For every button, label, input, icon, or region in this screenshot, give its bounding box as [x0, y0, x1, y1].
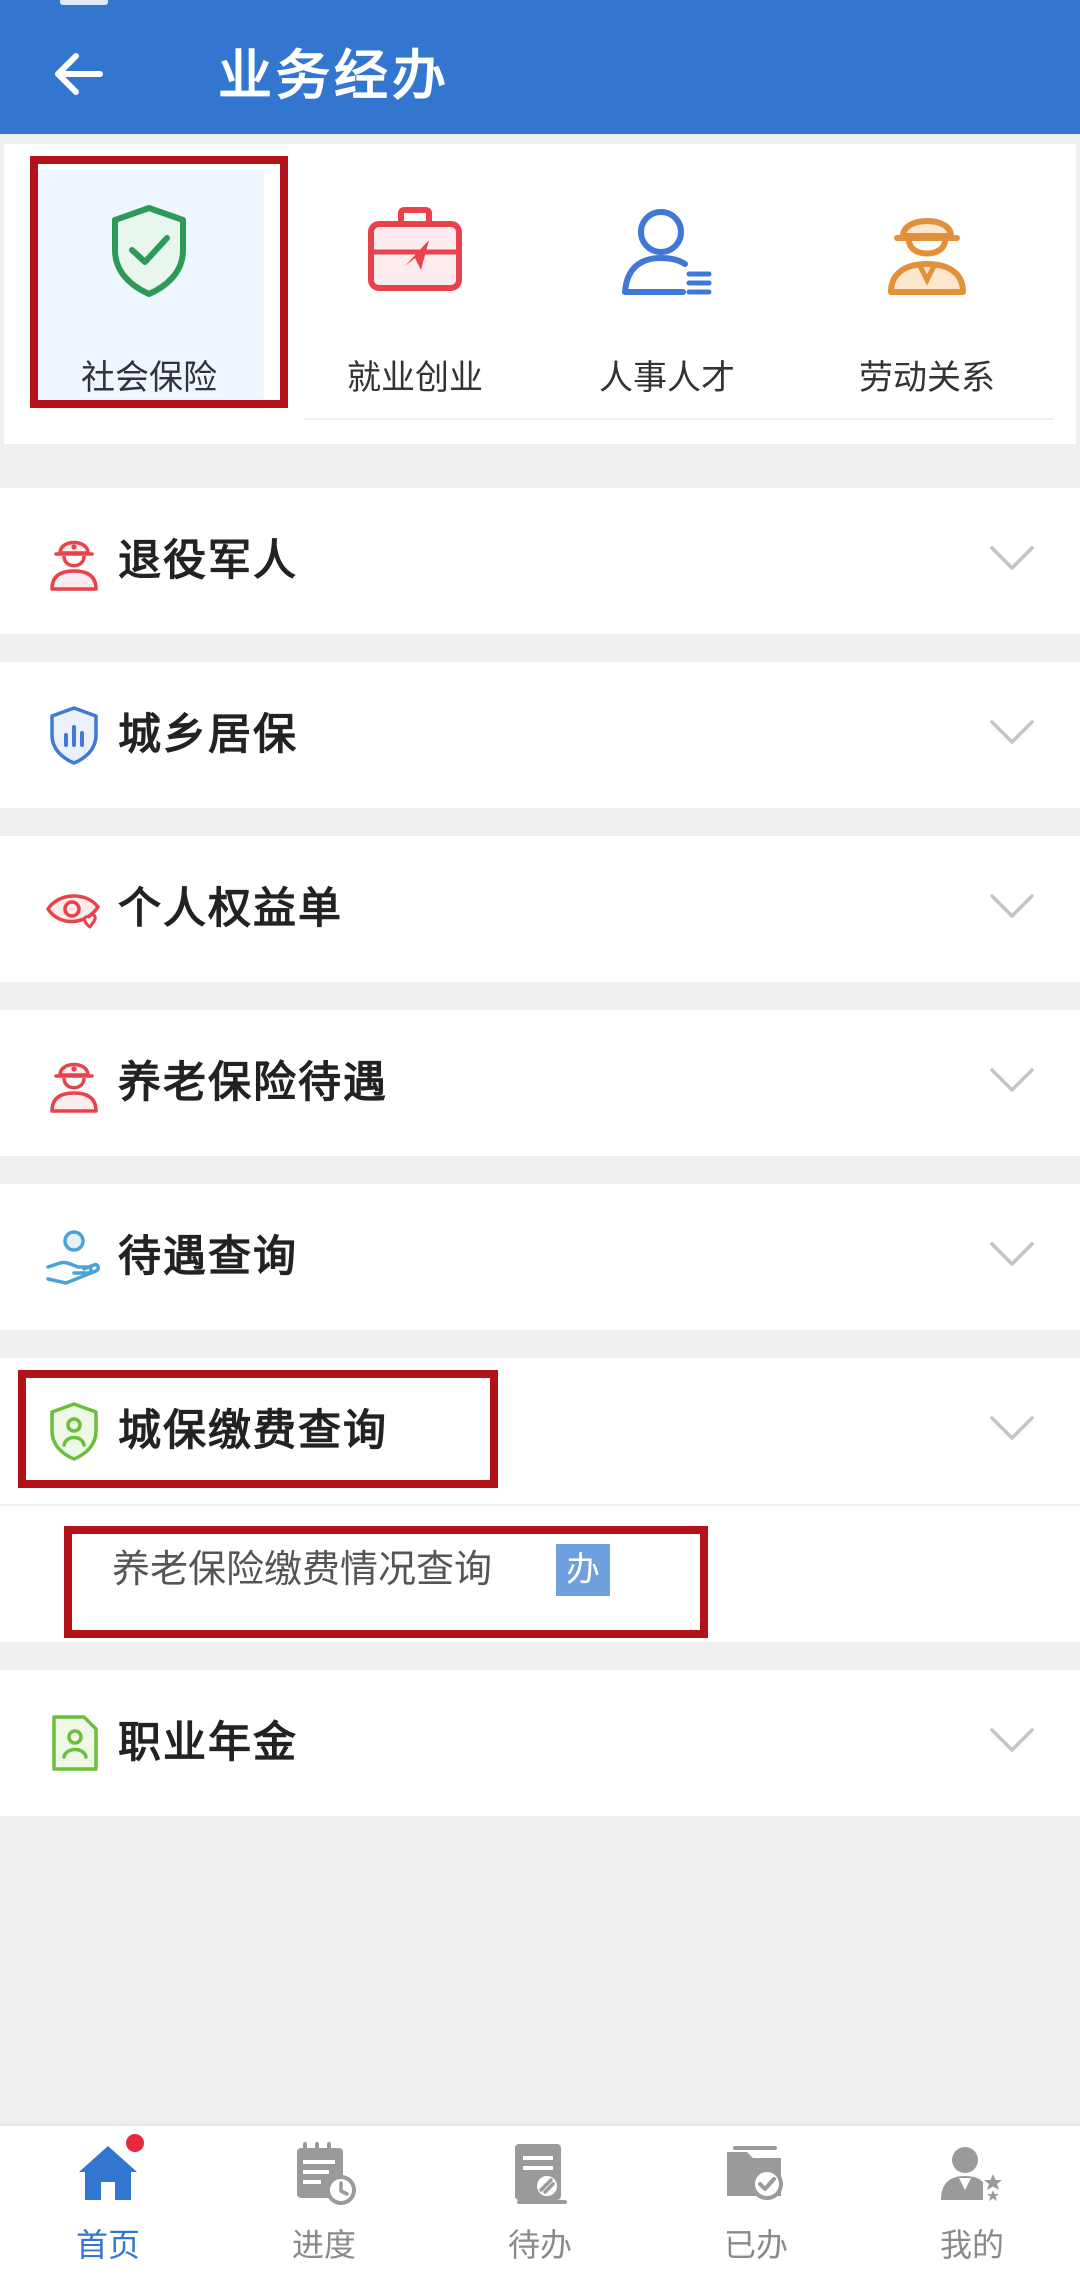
- arrow-left-icon: [55, 53, 103, 95]
- worker-helmet-icon: [888, 218, 966, 295]
- briefcase-icon: [368, 207, 462, 291]
- section-personal-rights: 个人权益单: [0, 836, 1080, 982]
- chevron-down-icon: [990, 894, 1034, 918]
- app-header: 业务经办: [0, 0, 1080, 134]
- user-star-icon: [941, 2147, 1002, 2201]
- hand-person-icon: [46, 1230, 100, 1285]
- section-occupational-annuity: 职业年金: [0, 1670, 1080, 1816]
- chevron-down-icon: [990, 1242, 1034, 1266]
- chevron-down-icon: [990, 546, 1034, 570]
- category-label: 人事人才: [599, 358, 735, 398]
- tab-label: 我的: [939, 2226, 1004, 2264]
- veteran-icon: [50, 1062, 98, 1113]
- section-title: 养老保险待遇: [118, 1058, 388, 1108]
- tab-done[interactable]: 已办: [648, 2126, 864, 2275]
- section-veterans: 退役军人: [0, 488, 1080, 634]
- eye-heart-icon: [46, 894, 100, 929]
- done-folder-icon: [727, 2146, 783, 2200]
- shield-chart-icon: [50, 706, 98, 765]
- chevron-down-icon: [990, 1416, 1034, 1440]
- tab-todo[interactable]: 待办: [432, 2126, 648, 2275]
- section-title: 待遇查询: [118, 1232, 298, 1282]
- veteran-icon: [50, 540, 98, 591]
- tab-label: 已办: [723, 2226, 788, 2264]
- section-header-urban-rural-insurance[interactable]: 城乡居保: [0, 662, 1080, 808]
- tab-label: 待办: [507, 2226, 572, 2264]
- todo-list-icon: [515, 2144, 567, 2204]
- section-header-veterans[interactable]: 退役军人: [0, 488, 1080, 634]
- category-label: 就业创业: [347, 358, 483, 398]
- tab-label: 进度: [291, 2226, 356, 2264]
- page-title: 业务经办: [218, 44, 450, 107]
- category-panel: 社会保险 就业创业 人事人才 劳动关系: [0, 134, 1080, 444]
- person-list-icon: [622, 209, 712, 295]
- section-title: 职业年金: [118, 1718, 298, 1768]
- section-header-pension-benefits[interactable]: 养老保险待遇: [0, 1010, 1080, 1156]
- section-header-occupational-annuity[interactable]: 职业年金: [0, 1670, 1080, 1816]
- sub-item-label: 养老保险缴费情况查询: [112, 1547, 493, 1591]
- section-header-personal-rights[interactable]: 个人权益单: [0, 836, 1080, 982]
- tab-mine[interactable]: 我的: [864, 2126, 1080, 2275]
- section-title: 个人权益单: [118, 884, 343, 934]
- bottom-tab-bar: 首页 进度 待办 已办 我的: [0, 2124, 1080, 2275]
- section-title: 城保缴费查询: [118, 1406, 388, 1456]
- tab-home[interactable]: 首页: [0, 2126, 216, 2275]
- shield-person-icon: [50, 1402, 98, 1461]
- category-card: 社会保险 就业创业 人事人才 劳动关系: [4, 144, 1076, 444]
- status-bar-fragment: [60, 0, 108, 5]
- document-person-icon: [52, 1715, 98, 1771]
- section-urban-rural-insurance: 城乡居保: [0, 662, 1080, 808]
- section-title: 城乡居保: [118, 710, 298, 760]
- notification-dot: [126, 2134, 144, 2152]
- back-button[interactable]: [38, 34, 118, 114]
- section-title: 退役军人: [118, 536, 298, 586]
- handle-badge: 办: [556, 1544, 610, 1596]
- chevron-down-icon: [990, 1728, 1034, 1752]
- tab-label: 首页: [75, 2226, 140, 2264]
- category-labor-relations[interactable]: 劳动关系: [812, 170, 1042, 410]
- category-label: 劳动关系: [859, 358, 995, 398]
- category-employment[interactable]: 就业创业: [300, 170, 530, 410]
- calendar-clock-icon: [297, 2142, 356, 2205]
- section-pension-benefits: 养老保险待遇: [0, 1010, 1080, 1156]
- shield-check-icon: [112, 205, 186, 297]
- sub-item-pension-payment-query[interactable]: 养老保险缴费情况查询 办: [0, 1504, 1080, 1636]
- chevron-down-icon: [990, 720, 1034, 744]
- section-header-urban-insurance-payment[interactable]: 城保缴费查询: [0, 1358, 1080, 1504]
- category-divider: [304, 418, 1054, 420]
- category-label: 社会保险: [81, 358, 217, 398]
- section-benefit-query: 待遇查询: [0, 1184, 1080, 1330]
- chevron-down-icon: [990, 1068, 1034, 1092]
- tab-progress[interactable]: 进度: [216, 2126, 432, 2275]
- section-urban-insurance-payment: 城保缴费查询 养老保险缴费情况查询 办: [0, 1358, 1080, 1642]
- category-social-insurance[interactable]: 社会保险: [34, 170, 264, 410]
- section-header-benefit-query[interactable]: 待遇查询: [0, 1184, 1080, 1330]
- category-personnel-talent[interactable]: 人事人才: [552, 170, 782, 410]
